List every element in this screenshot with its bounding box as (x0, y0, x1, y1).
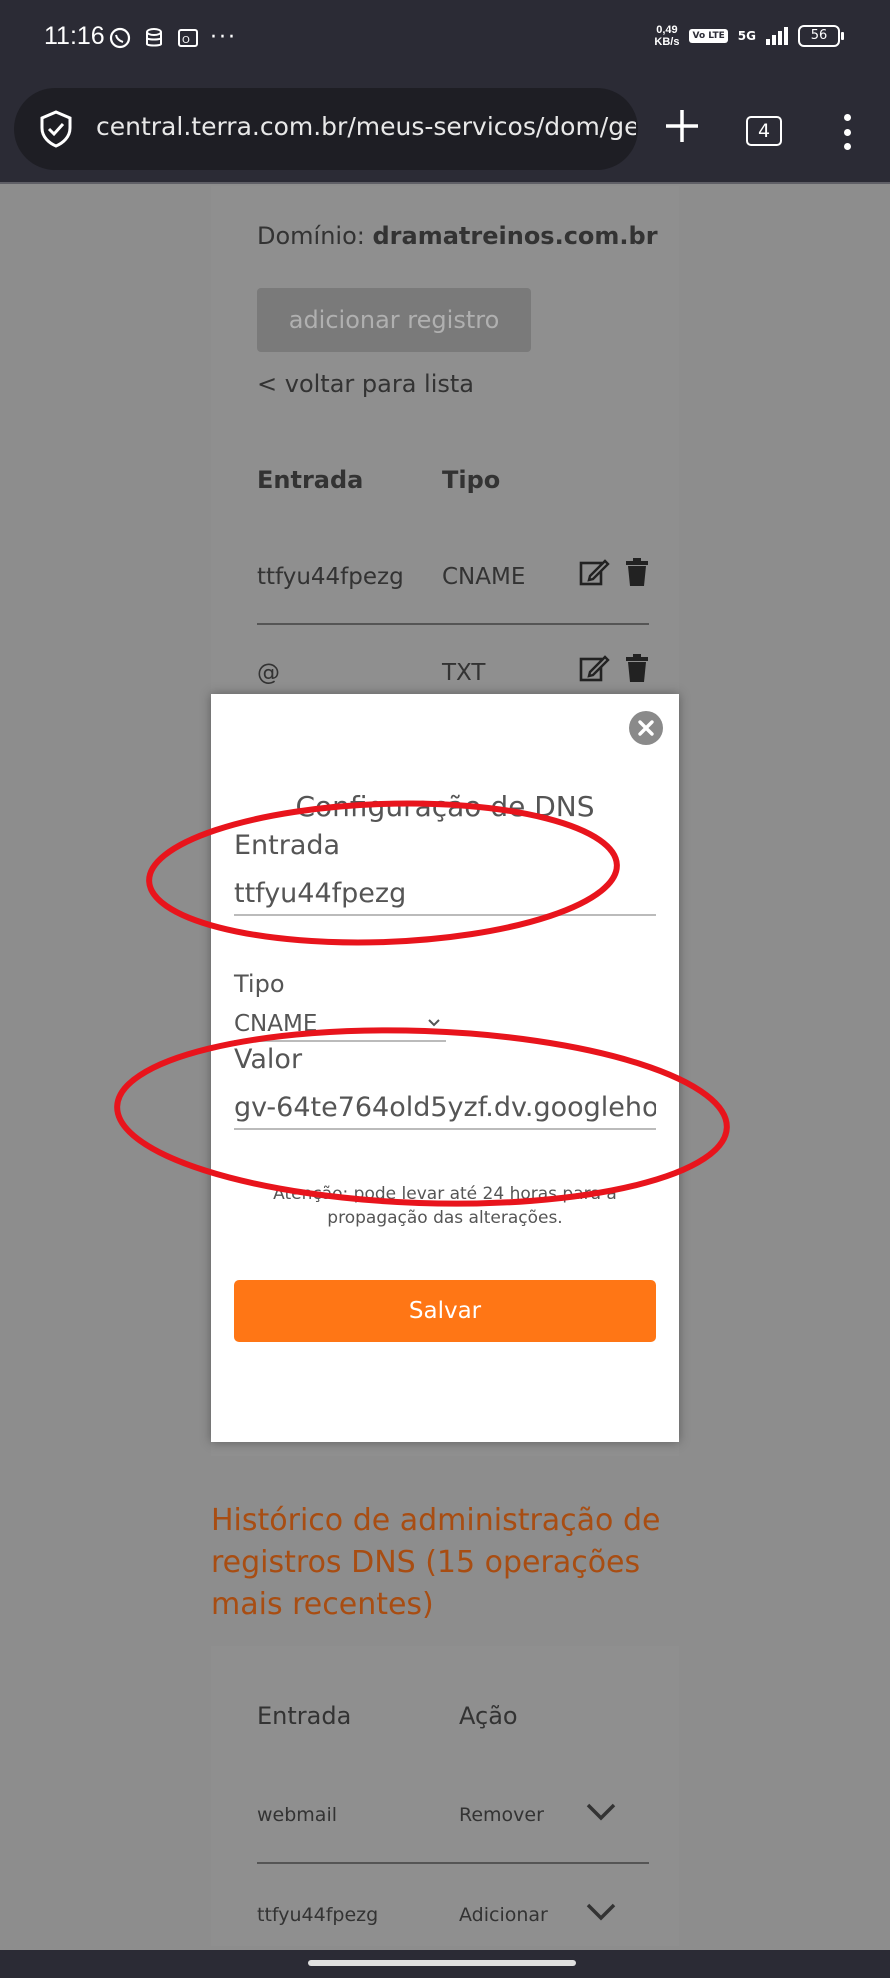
history-header-action: Ação (459, 1702, 518, 1730)
record-actions (578, 556, 650, 588)
value-input[interactable]: gv-64te764old5yzf.dv.googlehos (234, 1088, 656, 1130)
notification-icons: O ··· (108, 26, 237, 50)
status-bar: 11:16 O ··· 0,49 KB/s Vo LTE 5G 56 (0, 0, 890, 76)
table-header-type: Tipo (442, 466, 501, 494)
history-action: Remover (459, 1804, 544, 1826)
url-text[interactable]: central.terra.com.br/meus-servicos/dom/g… (96, 112, 636, 141)
history-card (211, 1646, 679, 1946)
database-icon (146, 28, 162, 47)
type-select-value: CNAME (234, 1011, 318, 1037)
system-indicators: 0,49 KB/s Vo LTE 5G 56 (654, 24, 844, 48)
save-button[interactable]: Salvar (234, 1280, 656, 1342)
entry-label: Entrada (234, 830, 341, 861)
table-header-entry: Entrada (257, 466, 364, 494)
svg-text:O: O (182, 35, 190, 46)
back-to-list-link[interactable]: < voltar para lista (257, 370, 474, 398)
history-entry: ttfyu44fpezg (257, 1904, 379, 1926)
volte-icon: Vo LTE (689, 29, 728, 43)
domain-name: dramatreinos.com.br (372, 222, 658, 250)
record-entry: @ (257, 660, 280, 686)
network-speed: 0,49 KB/s (654, 24, 680, 48)
dns-config-modal: Configuração de DNS Entrada ttfyu44fpezg… (211, 694, 679, 1442)
modal-title: Configuração de DNS (295, 790, 595, 823)
edit-icon[interactable] (578, 556, 610, 588)
address-bar[interactable]: central.terra.com.br/meus-servicos/dom/g… (14, 88, 638, 170)
record-actions (578, 652, 650, 684)
shield-check-icon[interactable] (38, 110, 74, 148)
battery-icon: 56 (798, 25, 844, 47)
signal-icon (766, 27, 788, 45)
navigation-bar (0, 1950, 890, 1978)
network-type: 5G (737, 29, 756, 43)
new-tab-icon[interactable] (660, 104, 704, 148)
tab-switcher-button[interactable]: 4 (746, 116, 782, 146)
record-entry: ttfyu44fpezg (257, 564, 404, 590)
chevron-down-icon[interactable] (585, 1902, 617, 1922)
status-time: 11:16 (44, 22, 105, 50)
domain-line: Domínio: dramatreinos.com.br (257, 222, 658, 250)
trash-icon[interactable] (624, 653, 650, 683)
record-type: TXT (442, 660, 486, 686)
history-row-divider (257, 1862, 649, 1864)
browser-toolbar: central.terra.com.br/meus-servicos/dom/g… (0, 76, 890, 184)
home-gesture-handle[interactable] (308, 1960, 576, 1966)
history-action: Adicionar (459, 1904, 548, 1926)
value-label: Valor (234, 1044, 303, 1075)
trash-icon[interactable] (624, 557, 650, 587)
propagation-note: Atenção: pode levar até 24 horas para a … (273, 1184, 617, 1228)
record-type: CNAME (442, 564, 526, 590)
chevron-down-icon (428, 1019, 440, 1027)
history-entry: webmail (257, 1804, 337, 1826)
entry-input[interactable]: ttfyu44fpezg (234, 874, 656, 916)
menu-dots-icon[interactable] (842, 114, 852, 150)
add-record-button[interactable]: adicionar registro (257, 288, 531, 352)
type-select[interactable]: CNAME (234, 1008, 446, 1042)
edit-icon[interactable] (578, 652, 610, 684)
history-header-entry: Entrada (257, 1702, 352, 1730)
close-icon[interactable] (629, 711, 663, 745)
whatsapp-icon (109, 27, 131, 49)
row-divider (257, 623, 649, 625)
history-title: Histórico de administração de registros … (211, 1503, 661, 1622)
outlook-icon: O (178, 29, 198, 47)
chevron-down-icon[interactable] (585, 1802, 617, 1822)
more-notifications-icon: ··· (210, 25, 237, 50)
type-label: Tipo (234, 970, 285, 998)
